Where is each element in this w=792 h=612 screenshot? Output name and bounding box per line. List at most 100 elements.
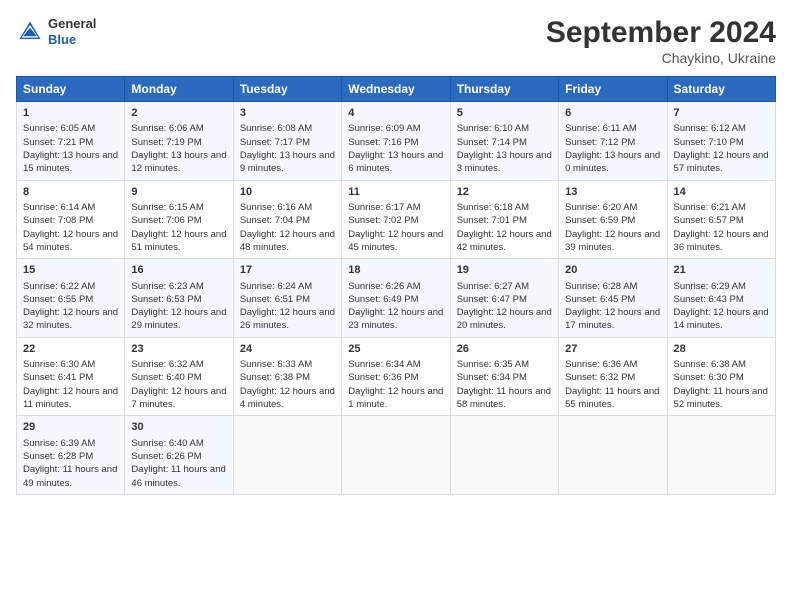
sunrise-19: Sunrise: 6:27 AM [457,281,529,292]
week-row-3: 15 Sunrise: 6:22 AM Sunset: 6:55 PM Dayl… [17,259,776,338]
week-row-1: 1 Sunrise: 6:05 AM Sunset: 7:21 PM Dayli… [17,102,776,181]
day-cell-20: 20 Sunrise: 6:28 AM Sunset: 6:45 PM Dayl… [559,259,667,338]
sunrise-23: Sunrise: 6:32 AM [131,359,203,370]
sunrise-27: Sunrise: 6:36 AM [565,359,637,370]
day-num-5: 5 [457,106,552,121]
daylight-7: Daylight: 12 hours and 57 minutes. [674,150,769,174]
day-num-19: 19 [457,263,552,278]
sunrise-29: Sunrise: 6:39 AM [23,438,95,449]
daylight-6: Daylight: 13 hours and 0 minutes. [565,150,660,174]
day-cell-3: 3 Sunrise: 6:08 AM Sunset: 7:17 PM Dayli… [233,102,341,181]
sunset-23: Sunset: 6:40 PM [131,372,201,383]
sunset-4: Sunset: 7:16 PM [348,137,418,148]
sunrise-16: Sunrise: 6:23 AM [131,281,203,292]
day-cell-6: 6 Sunrise: 6:11 AM Sunset: 7:12 PM Dayli… [559,102,667,181]
daylight-21: Daylight: 12 hours and 14 minutes. [674,307,769,331]
day-cell-27: 27 Sunrise: 6:36 AM Sunset: 6:32 PM Dayl… [559,337,667,416]
sunset-19: Sunset: 6:47 PM [457,294,527,305]
daylight-26: Daylight: 11 hours and 58 minutes. [457,386,551,410]
sunrise-24: Sunrise: 6:33 AM [240,359,312,370]
logo-blue: Blue [48,32,96,48]
daylight-24: Daylight: 12 hours and 4 minutes. [240,386,335,410]
logo: General Blue [16,16,96,47]
header-monday: Monday [125,77,233,102]
day-cell-10: 10 Sunrise: 6:16 AM Sunset: 7:04 PM Dayl… [233,180,341,259]
daylight-18: Daylight: 12 hours and 23 minutes. [348,307,443,331]
daylight-22: Daylight: 12 hours and 11 minutes. [23,386,118,410]
sunset-28: Sunset: 6:30 PM [674,372,744,383]
header-wednesday: Wednesday [342,77,450,102]
daylight-4: Daylight: 13 hours and 6 minutes. [348,150,443,174]
sunset-11: Sunset: 7:02 PM [348,215,418,226]
sunset-8: Sunset: 7:08 PM [23,215,93,226]
daylight-29: Daylight: 11 hours and 49 minutes. [23,464,117,488]
sunrise-3: Sunrise: 6:08 AM [240,123,312,134]
sunset-12: Sunset: 7:01 PM [457,215,527,226]
header-saturday: Saturday [667,77,775,102]
day-cell-29: 29 Sunrise: 6:39 AM Sunset: 6:28 PM Dayl… [17,416,125,495]
day-cell-15: 15 Sunrise: 6:22 AM Sunset: 6:55 PM Dayl… [17,259,125,338]
week-row-5: 29 Sunrise: 6:39 AM Sunset: 6:28 PM Dayl… [17,416,776,495]
sunset-3: Sunset: 7:17 PM [240,137,310,148]
day-cell-2: 2 Sunrise: 6:06 AM Sunset: 7:19 PM Dayli… [125,102,233,181]
empty-cell-4 [559,416,667,495]
daylight-3: Daylight: 13 hours and 9 minutes. [240,150,335,174]
day-num-14: 14 [674,185,769,200]
day-cell-25: 25 Sunrise: 6:34 AM Sunset: 6:36 PM Dayl… [342,337,450,416]
header: General Blue September 2024 Chaykino, Uk… [16,16,776,66]
sunrise-28: Sunrise: 6:38 AM [674,359,746,370]
day-cell-23: 23 Sunrise: 6:32 AM Sunset: 6:40 PM Dayl… [125,337,233,416]
day-cell-8: 8 Sunrise: 6:14 AM Sunset: 7:08 PM Dayli… [17,180,125,259]
day-num-10: 10 [240,185,335,200]
sunset-15: Sunset: 6:55 PM [23,294,93,305]
empty-cell-5 [667,416,775,495]
day-num-15: 15 [23,263,118,278]
day-cell-1: 1 Sunrise: 6:05 AM Sunset: 7:21 PM Dayli… [17,102,125,181]
daylight-20: Daylight: 12 hours and 17 minutes. [565,307,660,331]
daylight-2: Daylight: 13 hours and 12 minutes. [131,150,226,174]
sunrise-30: Sunrise: 6:40 AM [131,438,203,449]
day-num-1: 1 [23,106,118,121]
week-row-2: 8 Sunrise: 6:14 AM Sunset: 7:08 PM Dayli… [17,180,776,259]
sunset-7: Sunset: 7:10 PM [674,137,744,148]
calendar-table: Sunday Monday Tuesday Wednesday Thursday… [16,76,776,495]
day-num-6: 6 [565,106,660,121]
day-num-9: 9 [131,185,226,200]
sunset-25: Sunset: 6:36 PM [348,372,418,383]
day-cell-14: 14 Sunrise: 6:21 AM Sunset: 6:57 PM Dayl… [667,180,775,259]
day-cell-18: 18 Sunrise: 6:26 AM Sunset: 6:49 PM Dayl… [342,259,450,338]
day-num-22: 22 [23,342,118,357]
sunset-9: Sunset: 7:06 PM [131,215,201,226]
sunrise-20: Sunrise: 6:28 AM [565,281,637,292]
sunrise-7: Sunrise: 6:12 AM [674,123,746,134]
logo-text: General Blue [48,16,96,47]
day-num-25: 25 [348,342,443,357]
month-title: September 2024 [546,16,776,50]
sunset-5: Sunset: 7:14 PM [457,137,527,148]
daylight-16: Daylight: 12 hours and 29 minutes. [131,307,226,331]
header-thursday: Thursday [450,77,558,102]
logo-icon [16,18,44,46]
day-num-13: 13 [565,185,660,200]
sunrise-12: Sunrise: 6:18 AM [457,202,529,213]
day-num-21: 21 [674,263,769,278]
day-num-3: 3 [240,106,335,121]
day-cell-30: 30 Sunrise: 6:40 AM Sunset: 6:26 PM Dayl… [125,416,233,495]
day-num-11: 11 [348,185,443,200]
header-friday: Friday [559,77,667,102]
empty-cell-1 [233,416,341,495]
day-num-12: 12 [457,185,552,200]
daylight-30: Daylight: 11 hours and 46 minutes. [131,464,225,488]
day-cell-16: 16 Sunrise: 6:23 AM Sunset: 6:53 PM Dayl… [125,259,233,338]
day-num-7: 7 [674,106,769,121]
daylight-5: Daylight: 13 hours and 3 minutes. [457,150,552,174]
day-cell-26: 26 Sunrise: 6:35 AM Sunset: 6:34 PM Dayl… [450,337,558,416]
day-cell-4: 4 Sunrise: 6:09 AM Sunset: 7:16 PM Dayli… [342,102,450,181]
sunrise-26: Sunrise: 6:35 AM [457,359,529,370]
sunrise-22: Sunrise: 6:30 AM [23,359,95,370]
empty-cell-2 [342,416,450,495]
daylight-8: Daylight: 12 hours and 54 minutes. [23,229,118,253]
day-cell-9: 9 Sunrise: 6:15 AM Sunset: 7:06 PM Dayli… [125,180,233,259]
day-num-2: 2 [131,106,226,121]
day-cell-28: 28 Sunrise: 6:38 AM Sunset: 6:30 PM Dayl… [667,337,775,416]
